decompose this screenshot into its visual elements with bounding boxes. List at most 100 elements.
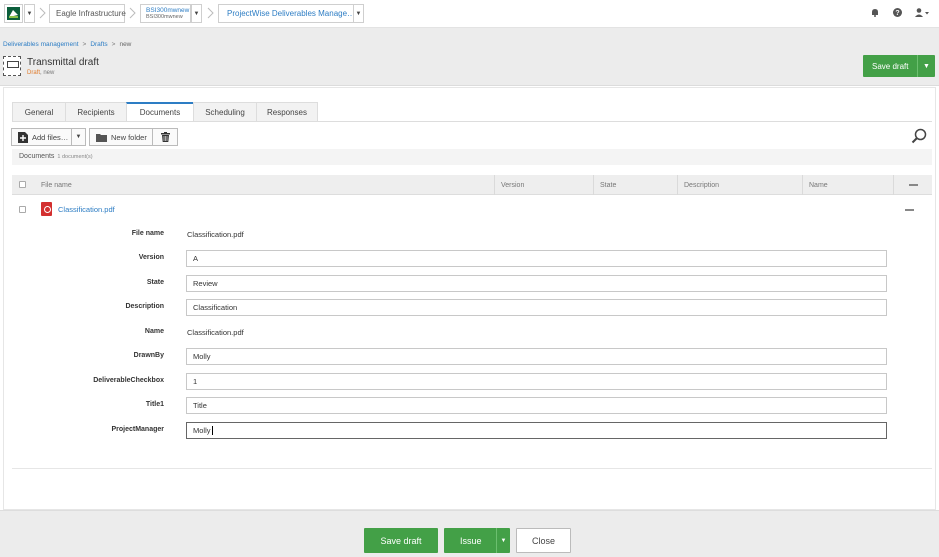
breadcrumb-separator: > [111,41,116,48]
app-selector[interactable]: ProjectWise Deliverables Manage… [218,4,355,23]
issue-button[interactable]: Issue ▼ [444,528,510,553]
title1-field[interactable]: Title [186,397,887,414]
caret-down-icon: ▼ [75,134,82,140]
page-header: Deliverables management > Drafts > new Trans… [0,28,939,86]
field-label-name: Name [144,328,164,335]
breadcrumb-current: new [119,41,132,48]
datasource-dropdown[interactable]: ▼ [191,4,202,23]
project-name: Eagle Infrastructure [56,9,126,18]
bell-icon[interactable] [871,8,879,19]
status-text: Draft [27,70,41,76]
caret-down-icon: ▼ [26,10,33,17]
app-dropdown[interactable]: ▼ [353,4,364,23]
user-icon[interactable] [915,8,929,19]
breadcrumb-separator: > [82,41,87,48]
app-menu-dropdown[interactable]: ▼ [24,4,35,23]
transmittal-icon [3,56,21,76]
column-header-description[interactable]: Description [677,175,802,195]
tab-responses[interactable]: Responses [256,102,318,122]
breadcrumb-link-deliverables[interactable]: Deliverables management [3,41,79,48]
field-label-state: State [146,279,164,286]
column-header-state[interactable]: State [593,175,677,195]
field-label-drawnby: DrawnBy [133,352,164,359]
project-manager-value: Molly [193,426,211,435]
status-label: Draft, new [27,70,54,76]
close-button[interactable]: Close [516,528,571,553]
column-header-name[interactable]: Name [802,175,893,195]
version-field[interactable]: A [186,250,887,267]
documents-count: 1 document(s) [57,154,93,160]
issue-label: Issue [460,535,482,546]
field-label-description: Description [125,303,164,310]
save-draft-label: Save draft [872,61,909,71]
status-suffix: , new [40,70,55,76]
caret-down-icon: ▼ [355,10,362,17]
folder-icon [96,133,107,142]
description-field[interactable]: Classification [186,299,887,316]
app-name: ProjectWise Deliverables Manage… [227,9,356,18]
chevron-right-icon [207,7,214,19]
collapse-row-icon[interactable] [905,209,914,211]
pdf-file-icon [41,202,52,216]
field-value-name: Classification.pdf [187,328,244,337]
issue-dropdown[interactable]: ▼ [496,528,510,553]
save-draft-dropdown[interactable]: ▼ [917,55,935,77]
tab-divider [12,121,932,122]
chevron-right-icon [39,7,46,19]
row-checkbox[interactable] [19,206,26,213]
delete-button[interactable] [152,128,178,146]
column-header-version[interactable]: Version [494,175,593,195]
trash-icon [160,132,170,142]
collapse-icon [909,184,918,186]
footer-bar: Save draft Issue ▼ Close [0,510,939,557]
select-all-checkbox[interactable] [19,181,26,188]
datasource-selector[interactable]: BSI300mwnew BSI300mwnew [140,4,191,23]
new-folder-label: New folder [111,132,147,142]
field-label-file-name: File name [131,230,164,237]
documents-header: Documents 1 document(s) [12,149,932,165]
new-folder-button[interactable]: New folder [89,128,153,146]
search-icon[interactable] [911,128,927,144]
page-title: Transmittal draft [27,57,99,68]
project-manager-field[interactable]: Molly [186,422,887,439]
panel-divider [12,468,932,469]
tab-documents[interactable]: Documents [126,102,193,122]
help-icon[interactable]: ? [893,8,902,19]
content-panel: General Recipients Documents Scheduling … [3,87,936,510]
column-header-file-name[interactable]: File name [35,175,494,195]
drawnby-field[interactable]: Molly [186,348,887,365]
datasource-name: BSI300mwnew [146,6,190,14]
breadcrumb-link-drafts[interactable]: Drafts [90,41,107,48]
add-file-icon [18,131,28,143]
field-label-version: Version [138,254,164,261]
tab-bar: General Recipients Documents Scheduling … [12,102,318,122]
add-files-dropdown[interactable]: ▼ [71,128,86,146]
add-files-button[interactable]: Add files… [11,128,72,146]
documents-title: Documents 1 document(s) [19,153,93,160]
tab-recipients[interactable]: Recipients [65,102,126,122]
app-logo[interactable] [4,4,23,23]
documents-label: Documents [19,153,55,160]
save-draft-button[interactable]: Save draft [364,528,438,553]
field-label-deliverable-checkbox: DeliverableCheckbox [93,377,164,384]
column-options[interactable] [893,175,932,195]
field-label-project-manager: ProjectManager [111,426,164,433]
breadcrumb: Deliverables management > Drafts > new [3,41,131,48]
datasource-subname: BSI300mwnew [146,13,183,20]
documents-table-header: File name Version State Description Name [12,175,932,195]
deliverable-checkbox-field[interactable]: 1 [186,373,887,390]
save-draft-top-button[interactable]: Save draft ▼ [863,55,935,77]
caret-down-icon: ▼ [923,62,930,70]
text-cursor [211,426,213,435]
field-label-title1: Title1 [145,401,164,408]
projectwise-logo-icon [7,7,20,20]
file-name-link[interactable]: Classification.pdf [58,205,115,214]
tab-general[interactable]: General [12,102,65,122]
state-field[interactable]: Review [186,275,887,292]
chevron-right-icon [129,7,136,19]
project-selector[interactable]: Eagle Infrastructure [49,4,126,23]
tab-scheduling[interactable]: Scheduling [193,102,256,122]
caret-down-icon: ▼ [193,10,200,17]
caret-down-icon: ▼ [500,537,507,544]
svg-text:?: ? [895,10,899,17]
